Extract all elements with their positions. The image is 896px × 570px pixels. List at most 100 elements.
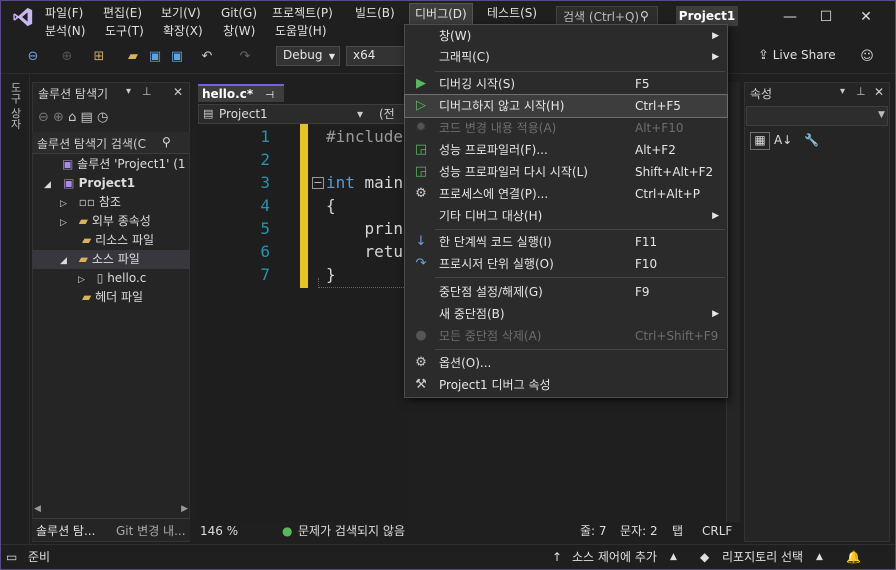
- tree-external-deps[interactable]: ▷ ▰ 외부 종속성: [32, 212, 190, 231]
- menu-view[interactable]: 보기(V): [156, 4, 206, 22]
- menu-project[interactable]: 프로젝트(P): [267, 4, 338, 22]
- tree-project[interactable]: ◢ ▣ Project1: [32, 174, 190, 193]
- menu-item-start-debugging[interactable]: ▶ 디버깅 시작(S) F5: [405, 73, 727, 95]
- horizontal-scrollbar[interactable]: ◀ ▶: [34, 504, 188, 514]
- code-text: }: [326, 265, 336, 284]
- menu-build[interactable]: 빌드(B): [350, 4, 400, 22]
- se-forward-icon[interactable]: ⊕: [53, 110, 64, 125]
- save-all-icon[interactable]: ▣: [168, 48, 186, 66]
- menu-extensions[interactable]: 확장(X): [158, 22, 208, 40]
- submenu-arrow-icon: ▶: [712, 31, 719, 41]
- toolbox-tab[interactable]: 도구 상자: [7, 82, 23, 130]
- menu-item-relaunch-profiler[interactable]: ◲ 성능 프로파일러 다시 시작(L) Shift+Alt+F2: [405, 161, 727, 183]
- props-dropdown-icon[interactable]: ▾: [840, 86, 845, 97]
- menu-help[interactable]: 도움말(H): [270, 22, 332, 40]
- live-share-button[interactable]: ⇪ Live Share: [758, 48, 836, 63]
- chevron-up-icon: ▲: [816, 552, 823, 562]
- editor-navigation-bar[interactable]: ▤ Project1 ▾ (전: [198, 104, 408, 124]
- panel-dropdown-icon[interactable]: ▾: [126, 86, 131, 97]
- tree-resource-files[interactable]: ▰ 리소스 파일: [32, 231, 190, 250]
- undo-icon[interactable]: ↶: [198, 48, 216, 66]
- editor-tab-label: hello.c*: [202, 87, 254, 101]
- alphabetical-icon[interactable]: A↓: [774, 133, 792, 147]
- menu-analyze[interactable]: 분석(N): [40, 22, 90, 40]
- editor-status-bar: 146 % ● 문제가 검색되지 않음 줄: 7 문자: 2 탭 CRLF: [198, 522, 732, 540]
- menu-debug[interactable]: 디버그(D): [409, 3, 473, 25]
- menu-window[interactable]: 창(W): [218, 22, 260, 40]
- categorized-icon[interactable]: ▦: [750, 132, 770, 150]
- platform-select[interactable]: x64: [346, 46, 406, 66]
- menu-item-label: 중단점 설정/해제(G): [439, 285, 543, 299]
- tree-header-files[interactable]: ▰ 헤더 파일: [32, 288, 190, 307]
- open-folder-icon[interactable]: ▰: [124, 48, 142, 66]
- menu-item-step-into[interactable]: ↓ 한 단계씩 코드 실행(I) F11: [405, 231, 727, 253]
- tree-solution[interactable]: ▣ 솔루션 'Project1' (1 프: [32, 155, 190, 174]
- minimize-icon[interactable]: —: [772, 2, 808, 32]
- panel-close-icon[interactable]: ✕: [173, 85, 183, 99]
- menu-git[interactable]: Git(G): [216, 4, 262, 22]
- menu-item-graphics[interactable]: 그래픽(C) ▶: [405, 46, 727, 68]
- feedback-icon[interactable]: ☺: [858, 48, 876, 66]
- menu-item-step-over[interactable]: ↷ 프로시저 단위 실행(O) F10: [405, 253, 727, 275]
- menu-edit[interactable]: 편집(E): [98, 4, 147, 22]
- save-icon[interactable]: ▣: [146, 48, 164, 66]
- menu-item-toggle-breakpoint[interactable]: 중단점 설정/해제(G) F9: [405, 281, 727, 303]
- new-project-icon[interactable]: ⊞: [90, 48, 108, 66]
- line-number: 7: [260, 265, 270, 284]
- line-ending[interactable]: CRLF: [702, 522, 732, 540]
- redo-icon[interactable]: ↷: [236, 48, 254, 66]
- expanded-arrow-icon: ◢: [44, 180, 51, 190]
- filter-folder-icon: ▰: [78, 252, 88, 266]
- properties-object-select[interactable]: [746, 106, 888, 126]
- tree-references[interactable]: ▷ ▫▫ 참조: [32, 193, 190, 212]
- menu-item-apply-code-changes: ✹ 코드 변경 내용 적용(A) Alt+F10: [405, 117, 727, 139]
- history-icon[interactable]: ◷: [97, 110, 108, 125]
- property-pages-icon[interactable]: 🔧: [804, 133, 819, 147]
- pin-icon[interactable]: ⊥: [142, 85, 152, 98]
- menu-item-shortcut: F9: [635, 285, 650, 299]
- switch-views-icon[interactable]: ▤: [81, 110, 93, 125]
- forward-icon[interactable]: ⊕: [58, 48, 76, 66]
- tree-hello-c[interactable]: ▷ ▯ hello.c: [32, 269, 190, 288]
- notifications-bell-icon[interactable]: 🔔: [846, 545, 861, 569]
- menu-test[interactable]: 테스트(S): [482, 4, 542, 22]
- tab-pin-icon[interactable]: ⊣: [265, 90, 274, 101]
- zoom-level[interactable]: 146 %: [200, 522, 238, 540]
- menu-item-options[interactable]: ⚙ 옵션(O)...: [405, 352, 727, 374]
- indent-mode[interactable]: 탭: [672, 522, 683, 540]
- column-position: 문자: 2: [620, 524, 658, 538]
- tab-git-changes[interactable]: Git 변경 내...: [116, 522, 186, 539]
- menu-item-window[interactable]: 창(W) ▶: [405, 25, 727, 47]
- tab-solution-explorer[interactable]: 솔루션 탐...: [36, 522, 95, 539]
- collapsed-arrow-icon: ▷: [60, 199, 67, 209]
- props-close-icon[interactable]: ✕: [874, 85, 884, 99]
- home-icon[interactable]: ⌂: [68, 110, 76, 125]
- output-icon[interactable]: ▭: [6, 545, 17, 569]
- editor-tab-hello-c[interactable]: hello.c* ⊣ ✕: [198, 84, 284, 119]
- issues-status[interactable]: 문제가 검색되지 않음: [298, 522, 405, 540]
- props-pin-icon[interactable]: ⊥: [856, 85, 866, 98]
- editor-vertical-scrollbar[interactable]: [726, 82, 740, 522]
- menu-item-label: 프로세스에 연결(P)...: [439, 187, 549, 201]
- nav-dropdown-icon: ▾: [357, 107, 364, 121]
- menu-tools[interactable]: 도구(T): [100, 22, 149, 40]
- configuration-select[interactable]: Debug ▼: [276, 46, 340, 66]
- menu-file[interactable]: 파일(F): [40, 4, 88, 22]
- menu-item-performance-profiler[interactable]: ◲ 성능 프로파일러(F)... Alt+F2: [405, 139, 727, 161]
- menu-item-start-without-debugging[interactable]: ▷ 디버그하지 않고 시작(H) Ctrl+F5: [404, 94, 728, 118]
- maximize-icon[interactable]: ☐: [808, 2, 844, 32]
- select-repository[interactable]: 리포지토리 선택: [722, 545, 803, 569]
- back-icon[interactable]: ⊖: [24, 48, 42, 66]
- line-number: 4: [260, 196, 270, 215]
- project-name-badge[interactable]: Project1: [676, 6, 738, 26]
- menu-item-other-debug-targets[interactable]: 기타 디버그 대상(H) ▶: [405, 205, 727, 227]
- menu-item-debug-properties[interactable]: ⚒ Project1 디버그 속성: [405, 374, 727, 396]
- add-to-source-control[interactable]: 소스 제어에 추가: [572, 545, 657, 569]
- close-icon[interactable]: ✕: [848, 2, 884, 32]
- tree-source-files[interactable]: ◢ ▰ 소스 파일: [32, 250, 190, 269]
- se-back-icon[interactable]: ⊖: [38, 110, 49, 125]
- menu-item-attach-to-process[interactable]: ⚙ 프로세스에 연결(P)... Ctrl+Alt+P: [405, 183, 727, 205]
- code-text: prin: [326, 219, 404, 238]
- menu-item-new-breakpoint[interactable]: 새 중단점(B) ▶: [405, 303, 727, 325]
